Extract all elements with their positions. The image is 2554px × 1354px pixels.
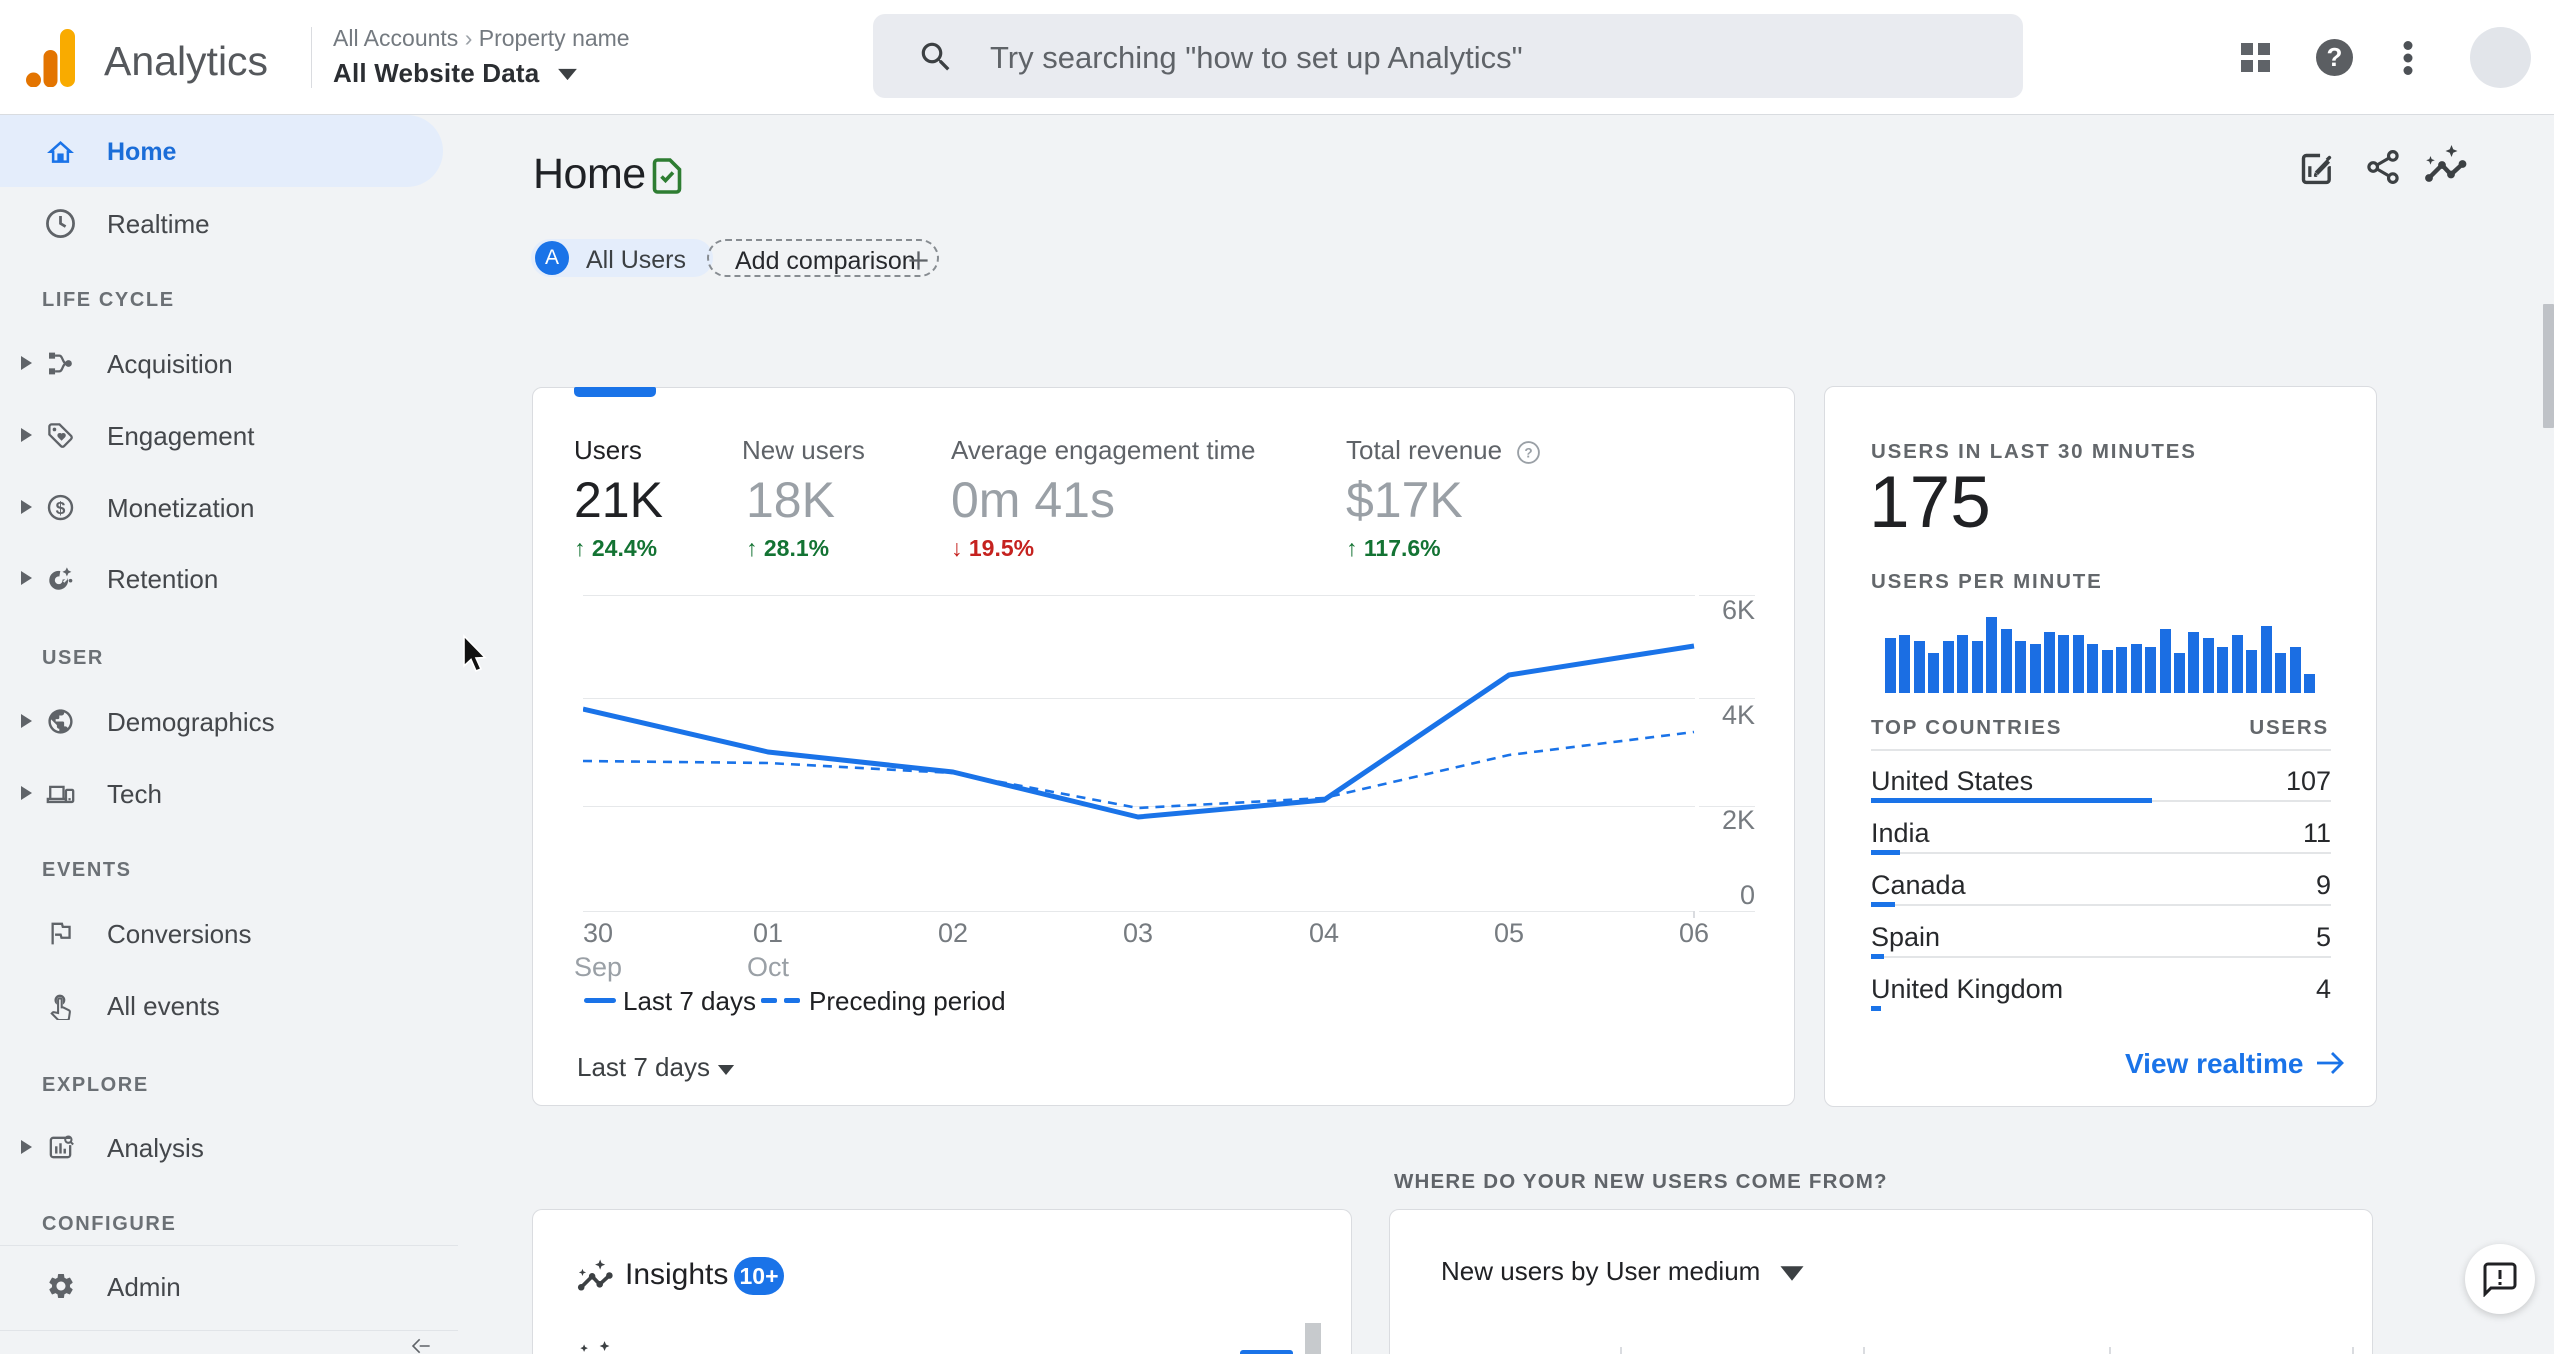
svg-text:?: ? [1524,446,1532,461]
svg-text:$: $ [56,498,66,518]
